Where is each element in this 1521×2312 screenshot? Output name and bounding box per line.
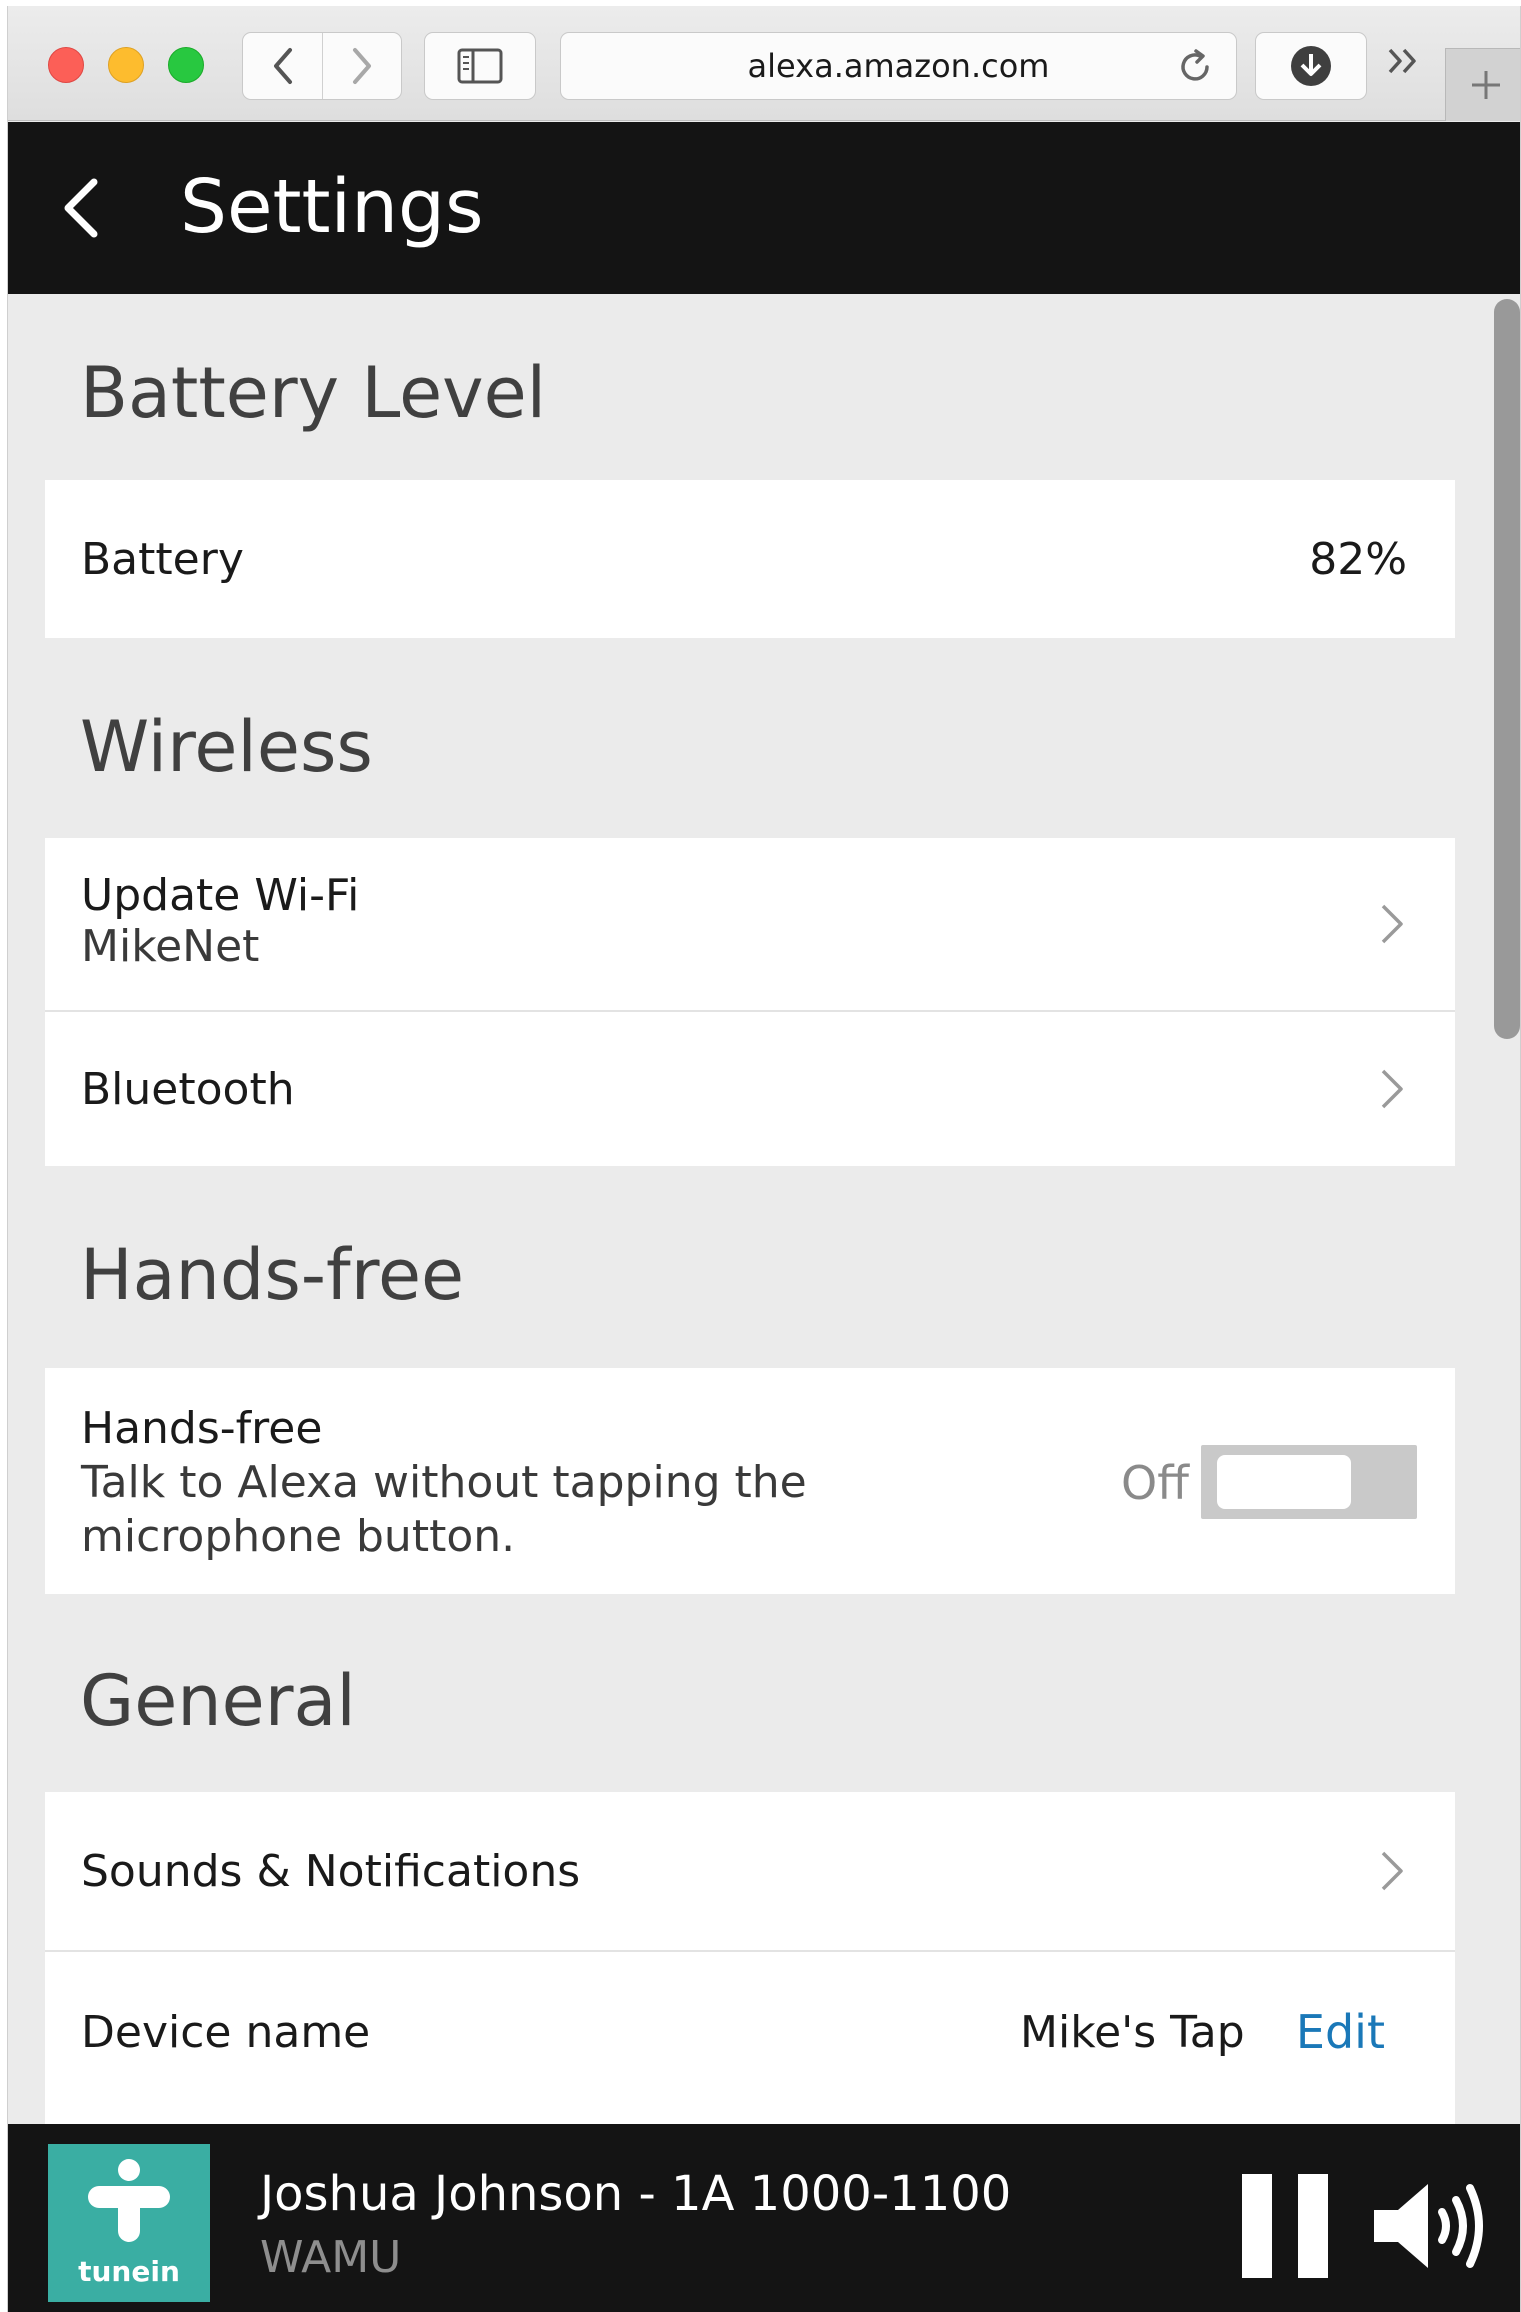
- page-scrollbar[interactable]: [1494, 299, 1520, 1039]
- chevron-right-icon: [1381, 1851, 1403, 1891]
- handsfree-row: Hands-free Talk to Alexa without tapping…: [45, 1368, 1455, 1594]
- tunein-logo-text: tunein: [78, 2255, 180, 2288]
- zoom-window-button[interactable]: [168, 47, 204, 83]
- device-name-label: Device name: [81, 2006, 371, 2058]
- address-bar[interactable]: alexa.amazon.com: [560, 32, 1237, 100]
- section-title-battery: Battery Level: [80, 352, 547, 434]
- sidebar-toggle-button[interactable]: [424, 32, 536, 100]
- header-back-button[interactable]: [60, 178, 100, 242]
- new-tab-button[interactable]: [1445, 48, 1520, 121]
- app-header: Settings: [8, 122, 1520, 294]
- now-playing-bar: tunein Joshua Johnson - 1A 1000-1100 WAM…: [8, 2124, 1520, 2312]
- handsfree-label: Hands-free: [81, 1403, 323, 1454]
- device-name-row: Device name Mike's Tap Edit: [45, 1952, 1455, 2112]
- section-title-handsfree: Hands-free: [80, 1234, 465, 1316]
- general-card: Sounds & Notifications Device name Mike'…: [45, 1792, 1455, 2132]
- wireless-card: Update Wi-Fi MikeNet Bluetooth: [45, 838, 1455, 1166]
- more-toolbar-items-button[interactable]: [1386, 44, 1420, 85]
- url-text: alexa.amazon.com: [747, 47, 1050, 85]
- back-button[interactable]: [243, 33, 322, 99]
- settings-content: Battery Level Battery 82% Wireless Updat…: [8, 294, 1520, 2132]
- tunein-icon: [88, 2159, 170, 2242]
- section-title-general: General: [80, 1660, 356, 1742]
- toggle-knob: [1217, 1455, 1351, 1509]
- wifi-row[interactable]: Update Wi-Fi MikeNet: [45, 838, 1455, 1012]
- handsfree-description-line2: microphone button.: [81, 1511, 516, 1562]
- bluetooth-label: Bluetooth: [81, 1063, 295, 1115]
- station-name: WAMU: [260, 2232, 402, 2283]
- device-name-value: Mike's Tap: [1020, 2006, 1245, 2058]
- handsfree-text: Hands-free Talk to Alexa without tapping…: [81, 1402, 807, 1564]
- plus-icon: [1471, 71, 1500, 99]
- downloads-button[interactable]: [1255, 32, 1367, 100]
- battery-card: Battery 82%: [45, 480, 1455, 638]
- handsfree-description-line1: Talk to Alexa without tapping the: [81, 1457, 807, 1508]
- double-chevron-icon: [1388, 48, 1416, 74]
- bluetooth-row[interactable]: Bluetooth: [45, 1012, 1455, 1166]
- close-window-button[interactable]: [48, 47, 84, 83]
- tunein-logo: tunein: [48, 2144, 210, 2302]
- battery-value: 82%: [1309, 533, 1407, 585]
- volume-icon[interactable]: [1370, 2176, 1488, 2276]
- wifi-text: Update Wi-Fi MikeNet: [81, 870, 359, 972]
- sounds-notifications-row[interactable]: Sounds & Notifications: [45, 1792, 1455, 1952]
- handsfree-toggle-state: Off: [1121, 1456, 1189, 1510]
- browser-window: alexa.amazon.com Settings Battery Level …: [7, 6, 1521, 2312]
- chevron-left-icon: [64, 178, 98, 238]
- battery-label: Battery: [81, 533, 244, 585]
- pause-icon-bar: [1298, 2174, 1328, 2278]
- reload-icon[interactable]: [1176, 48, 1214, 86]
- section-title-wireless: Wireless: [80, 706, 373, 788]
- chevron-right-icon: [353, 48, 371, 84]
- wifi-network: MikeNet: [81, 921, 260, 972]
- chevron-right-icon: [1381, 1069, 1403, 1109]
- history-nav-group: [242, 32, 402, 100]
- browser-toolbar: alexa.amazon.com: [8, 6, 1520, 121]
- sidebar-icon: [457, 48, 503, 84]
- forward-button[interactable]: [322, 33, 401, 99]
- track-title: Joshua Johnson - 1A 1000-1100: [260, 2166, 1012, 2222]
- minimize-window-button[interactable]: [108, 47, 144, 83]
- chevron-right-icon: [1381, 904, 1403, 944]
- wifi-label: Update Wi-Fi: [81, 870, 360, 921]
- handsfree-card: Hands-free Talk to Alexa without tapping…: [45, 1368, 1455, 1594]
- download-icon: [1291, 46, 1331, 86]
- handsfree-toggle[interactable]: [1201, 1445, 1417, 1519]
- battery-row: Battery 82%: [45, 480, 1455, 638]
- sounds-notifications-label: Sounds & Notifications: [81, 1845, 581, 1897]
- chevron-left-icon: [273, 48, 292, 84]
- pause-icon: [1242, 2174, 1272, 2278]
- page-title: Settings: [180, 164, 484, 250]
- edit-device-name-link[interactable]: Edit: [1296, 2005, 1385, 2059]
